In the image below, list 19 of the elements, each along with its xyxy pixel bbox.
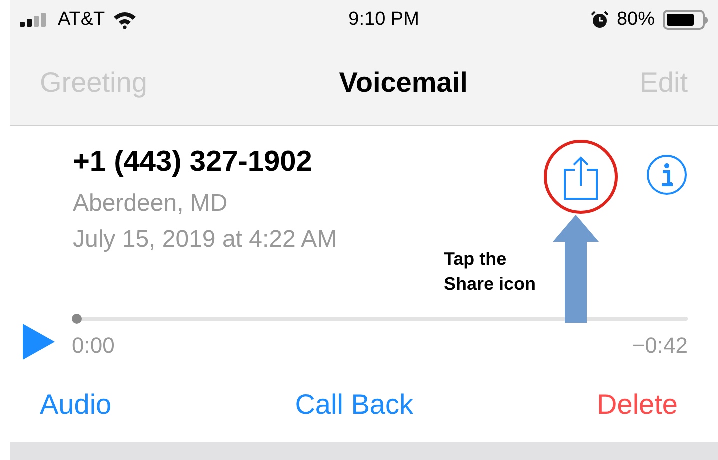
action-button[interactable]: Call Back [295, 384, 414, 426]
action-button[interactable]: Audio [40, 384, 112, 426]
info-icon[interactable] [646, 154, 688, 196]
battery-percent: 80% [616, 8, 655, 32]
remaining-time: −0:42 [632, 332, 688, 360]
battery-icon [662, 10, 708, 30]
annotation-text: Tap the Share icon [444, 248, 538, 296]
caller-number: +1 (443) 327-1902 [73, 145, 312, 180]
status-time: 9:10 PM [348, 8, 420, 32]
voicemail-date: July 15, 2019 at 4:22 AM [73, 225, 338, 255]
alarm-clock-icon [590, 11, 609, 29]
caller-location: Aberdeen, MD [73, 189, 228, 219]
elapsed-time: 0:00 [72, 332, 115, 360]
carrier-name: AT&T [58, 8, 106, 32]
wifi-icon [113, 11, 138, 29]
screen-title: Voicemail [339, 66, 468, 100]
share-icon[interactable] [564, 156, 598, 200]
play-icon[interactable] [22, 323, 56, 361]
action-button[interactable]: Delete [597, 384, 678, 426]
